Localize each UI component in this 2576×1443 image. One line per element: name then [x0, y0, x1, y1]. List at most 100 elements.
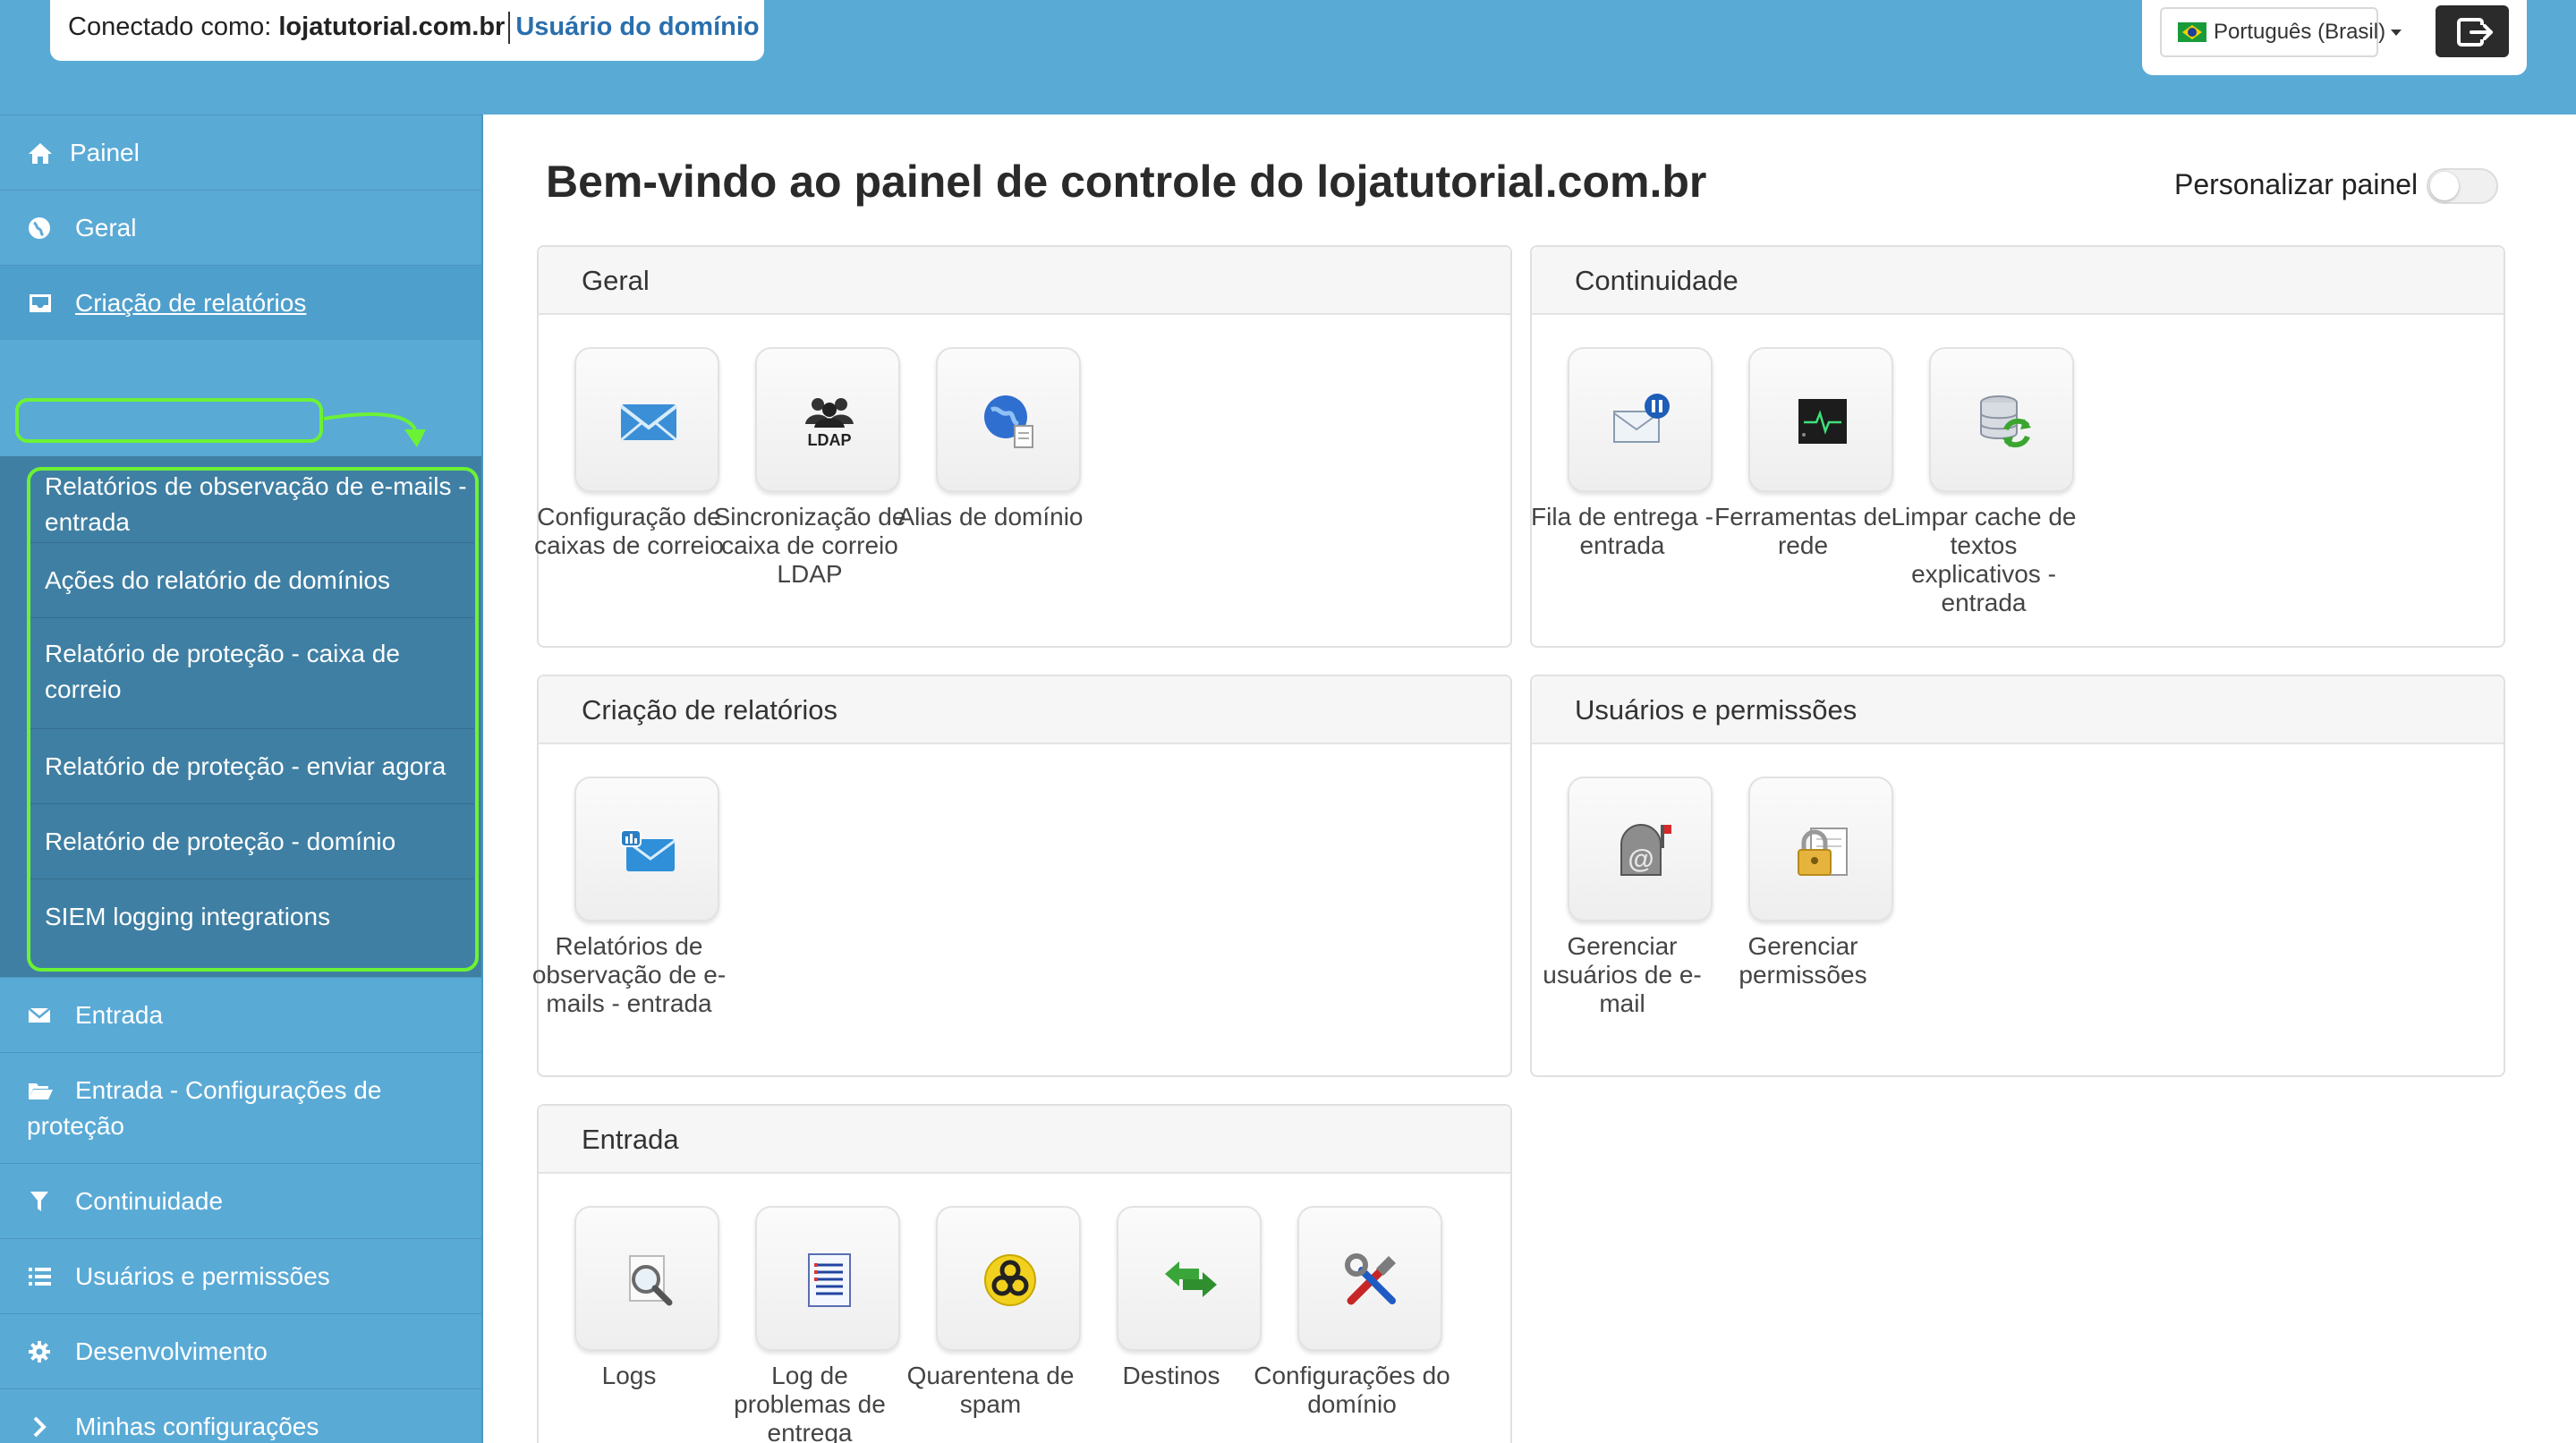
tile-button[interactable]: [1297, 1206, 1442, 1351]
tile-button[interactable]: LDAP: [755, 347, 900, 492]
sidebar-item-minhas-configuracoes[interactable]: Minhas configurações: [0, 1388, 481, 1443]
user-role-link[interactable]: Usuário do domínio: [515, 13, 759, 41]
tile-label: Gerenciar permissões: [1739, 932, 1867, 989]
tile-button[interactable]: [574, 347, 719, 492]
home-icon: [29, 143, 52, 164]
database-refresh-icon: [1980, 395, 2031, 448]
sidebar-item-entrada[interactable]: Entrada: [0, 977, 481, 1052]
tile-label: Gerenciar usuários de e-mail: [1543, 932, 1702, 1017]
tile-label: Limpar cache de textos explicativos - en…: [1891, 503, 2077, 616]
sidebar-item-usuarios[interactable]: Usuários e permissões: [0, 1238, 481, 1313]
connected-as-box: Conectado como: lojatutorial.com.br Usuár…: [50, 0, 764, 61]
inbox-icon: [30, 294, 51, 312]
tile-label: Sincronização de caixa de correio LDAP: [713, 503, 906, 588]
tile-label: Configuração de caixas de correio: [534, 503, 724, 559]
tile-button[interactable]: @: [1568, 777, 1713, 921]
sidebar-item-label: Usuários e permissões: [75, 1262, 330, 1290]
tile-button[interactable]: [1568, 347, 1713, 492]
panel-title: Geral: [539, 247, 1510, 315]
sidebar-item-label: Desenvolvimento: [75, 1337, 268, 1365]
sidebar-item-painel[interactable]: Painel: [0, 115, 481, 190]
connected-label: Conectado como:: [68, 13, 272, 41]
envelope-icon: [619, 404, 678, 442]
tile-button[interactable]: [574, 1206, 719, 1351]
sidebar-item-label: Criação de relatórios: [75, 289, 307, 317]
annotation-arrow-icon: [323, 412, 426, 447]
mail-report-icon: [620, 829, 676, 871]
folder-open-icon: [29, 1083, 53, 1099]
sidebar-item-relatorios[interactable]: Criação de relatórios: [0, 265, 481, 340]
panel-title: Entrada: [539, 1106, 1510, 1174]
sidebar-item-geral[interactable]: Geral: [0, 190, 481, 265]
panel-entrada: Entrada Logs Log de problemas de entrega…: [537, 1104, 1512, 1443]
panel-title: Continuidade: [1532, 247, 2504, 315]
tile-label: Destinos: [1122, 1362, 1220, 1389]
globe-icon: [29, 217, 50, 239]
tile-button[interactable]: [1748, 777, 1893, 921]
panel-continuidade: Continuidade Fila de entrega - entrada F…: [1530, 245, 2505, 648]
tile-label: Alias de domínio: [897, 503, 1084, 531]
customize-toggle[interactable]: [2427, 168, 2498, 204]
tools-icon: [1345, 1253, 1396, 1305]
sidebar-item-label: Geral: [75, 214, 137, 242]
panel-relatorios: Criação de relatórios Relatórios de obse…: [532, 675, 1512, 1077]
tile-button[interactable]: [1117, 1206, 1262, 1351]
sidebar-item-label: Painel: [70, 139, 140, 166]
tile-label: Log de problemas de entrega: [734, 1362, 886, 1443]
brazil-flag-icon: [2178, 22, 2206, 42]
exchange-arrows-icon: [1165, 1261, 1217, 1297]
panel-title: Criação de relatórios: [539, 676, 1510, 744]
magnifier-icon: [629, 1255, 673, 1306]
panel-geral: Geral Configuração de caixas de correio …: [534, 245, 1512, 648]
page-title: Bem-vindo ao painel de controle do lojat…: [546, 157, 1707, 207]
sidebar-item-entrada-protecao[interactable]: Entrada - Configurações de proteção: [0, 1052, 481, 1163]
header-actions: Português (Brasil): [2142, 0, 2527, 75]
caret-down-icon: [2391, 30, 2402, 37]
ldap-users-icon: LDAP: [805, 398, 854, 449]
lock-document-icon: [1798, 828, 1848, 876]
tile-button[interactable]: [936, 347, 1081, 492]
mail-pause-icon: [1613, 394, 1670, 443]
tile-label: Fila de entrega - entrada: [1531, 503, 1713, 559]
envelope-icon: [28, 1007, 51, 1023]
tile-button[interactable]: [1929, 347, 2074, 492]
svg-text:@: @: [1628, 845, 1654, 874]
sidebar-item-label: Entrada - Configurações de proteção: [27, 1076, 382, 1140]
sidebar-item-label: Entrada: [75, 1001, 164, 1029]
document-list-icon: [808, 1253, 851, 1307]
sidebar-item-label: Minhas configurações: [75, 1413, 319, 1440]
list-icon: [29, 1268, 51, 1286]
tile-label: Relatórios de observação de e-mails - en…: [531, 932, 727, 1017]
top-bar: Conectado como: lojatutorial.com.br Usuár…: [0, 0, 2576, 115]
biohazard-icon: [984, 1254, 1036, 1306]
chevron-right-icon: [33, 1416, 47, 1438]
sidebar-item-label: Continuidade: [75, 1187, 224, 1215]
panel-usuarios: Usuários e permissões @ Gerenciar usuári…: [1530, 675, 2505, 1077]
gear-icon: [29, 1341, 50, 1362]
customize-label: Personalizar painel: [2174, 168, 2419, 200]
connected-domain: lojatutorial.com.br: [278, 13, 506, 41]
tile-button[interactable]: [755, 1206, 900, 1351]
globe-document-icon: [984, 395, 1033, 448]
logout-icon: [2457, 18, 2493, 47]
filter-icon: [30, 1192, 48, 1211]
tile-button[interactable]: [574, 777, 719, 921]
language-label: Português (Brasil): [2214, 20, 2386, 44]
sidebar: Painel Geral Criação de relatórios Relat…: [0, 115, 483, 1443]
sidebar-item-continuidade[interactable]: Continuidade: [0, 1163, 481, 1238]
tile-label: Configurações do domínio: [1254, 1362, 1450, 1418]
divider: [508, 12, 511, 45]
highlight-outline: [27, 467, 479, 972]
logout-button[interactable]: [2436, 5, 2509, 57]
mailbox-at-icon: @: [1620, 824, 1671, 876]
sidebar-item-desenvolvimento[interactable]: Desenvolvimento: [0, 1313, 481, 1388]
tile-label: Ferramentas de rede: [1714, 503, 1892, 559]
panel-title: Usuários e permissões: [1532, 676, 2504, 744]
tile-label: Quarentena de spam: [906, 1362, 1075, 1418]
svg-text:LDAP: LDAP: [808, 431, 852, 449]
highlight-outline: [15, 398, 323, 443]
tile-button[interactable]: [1748, 347, 1893, 492]
language-dropdown[interactable]: Português (Brasil): [2160, 7, 2402, 57]
network-monitor-icon: [1798, 399, 1847, 444]
tile-button[interactable]: [936, 1206, 1081, 1351]
